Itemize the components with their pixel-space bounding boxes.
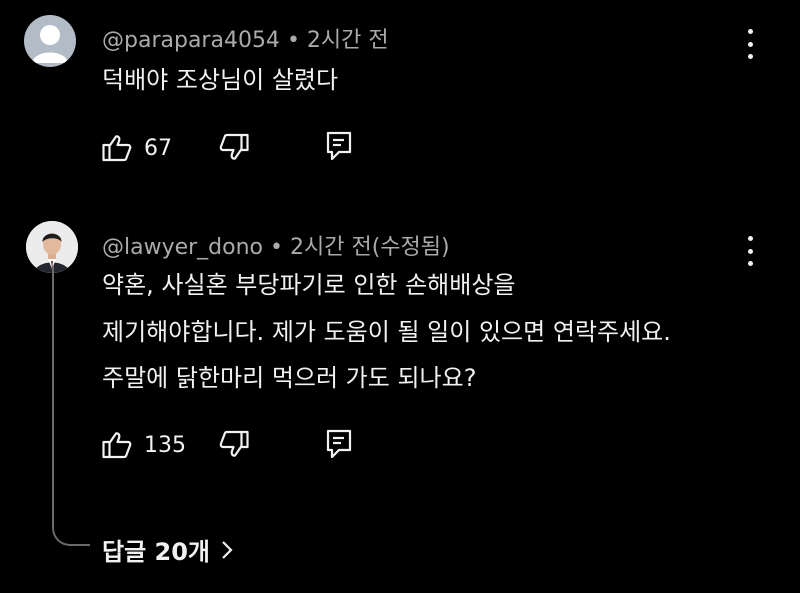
comment-time: • 2시간 전 [286, 28, 389, 53]
more-vert-icon[interactable] [738, 29, 762, 59]
comment-author[interactable]: @lawyer_dono [102, 235, 263, 260]
comment-text-line: 약혼, 사실혼 부당파기로 인한 손해배상을 [102, 271, 516, 299]
comment-author[interactable]: @parapara4054 [102, 28, 280, 53]
comment-text: 덕배야 조상님이 살렸다 [102, 66, 339, 94]
reply-icon[interactable] [326, 429, 352, 459]
comment-text-line: 주말에 닭한마리 먹으러 가도 되나요? [102, 364, 477, 392]
more-vert-icon[interactable] [738, 236, 762, 266]
like-count: 67 [144, 136, 172, 161]
comment-text-line: 제기해야합니다. 제가 도움이 될 일이 있으면 연락주세요. [102, 318, 671, 346]
like-count: 135 [144, 433, 186, 458]
like-icon[interactable] [102, 431, 132, 459]
default-avatar-icon [32, 25, 68, 63]
view-replies-button[interactable]: 답글 20개 [102, 532, 234, 567]
dislike-icon[interactable] [219, 430, 249, 458]
chevron-right-icon [222, 540, 233, 559]
avatar[interactable] [24, 15, 76, 67]
like-icon[interactable] [102, 134, 132, 162]
replies-label: 답글 20개 [102, 538, 210, 566]
reply-icon[interactable] [326, 131, 352, 161]
dislike-icon[interactable] [219, 133, 249, 161]
thread-connector [52, 266, 90, 546]
comment-time: • 2시간 전(수정됨) [270, 235, 450, 260]
